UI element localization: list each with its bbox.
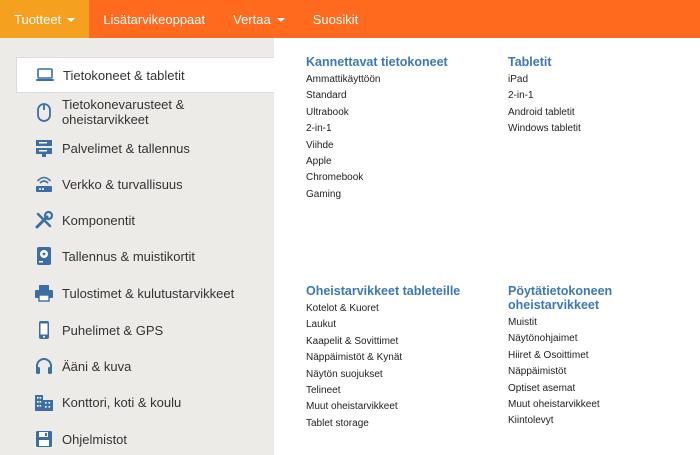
- menu-link[interactable]: Apple: [306, 154, 448, 170]
- menu-link[interactable]: Laukut: [306, 317, 460, 333]
- menu-link[interactable]: Android tabletit: [508, 105, 581, 121]
- caret-down-icon: [276, 17, 285, 22]
- menu-link[interactable]: Näppäimistöt: [508, 364, 668, 380]
- menu-link[interactable]: Muut oheistarvikkeet: [508, 397, 668, 413]
- sidebar-item-palvelimet[interactable]: Palvelimet & tallennus: [16, 130, 274, 166]
- menu-link[interactable]: Muut oheistarvikkeet: [306, 399, 460, 415]
- menu-link[interactable]: iPad: [508, 72, 581, 88]
- hard-drive-icon: [33, 245, 55, 267]
- sidebar-item-tallennus[interactable]: Tallennus & muistikortit: [16, 238, 274, 274]
- sidebar-item-label: Puhelimet & GPS: [62, 322, 164, 338]
- menu-link[interactable]: Ammattikäyttöön: [306, 72, 448, 88]
- nav-lisatarvikeoppaat-label: Lisätarvikeoppaat: [103, 11, 206, 27]
- menu-column-poytatietokone: Pöytätietokoneen oheistarvikkeet Muistit…: [508, 284, 668, 430]
- nav-vertaa[interactable]: Vertaa: [219, 0, 299, 38]
- column-heading[interactable]: Kannettavat tietokoneet: [306, 55, 448, 69]
- sidebar-item-label: Konttori, koti & koulu: [62, 394, 182, 410]
- sidebar-item-konttori[interactable]: Konttori, koti & koulu: [16, 384, 274, 420]
- column-heading[interactable]: Oheistarvikkeet tableteille: [306, 284, 460, 298]
- sidebar-item-label: Komponentit: [62, 212, 135, 228]
- sidebar-item-tulostimet[interactable]: Tulostimet & kulutustarvikkeet: [16, 275, 274, 311]
- menu-link[interactable]: Näytönohjaimet: [508, 331, 668, 347]
- sidebar-item-label: Palvelimet & tallennus: [62, 140, 190, 156]
- menu-link[interactable]: Muistit: [508, 315, 668, 331]
- menu-column-tabletit: Tabletit iPad 2-in-1 Android tabletit Wi…: [508, 55, 581, 138]
- menu-link[interactable]: 2-in-1: [306, 121, 448, 137]
- menu-link[interactable]: Chromebook: [306, 170, 448, 186]
- sidebar-item-ohjelmistot[interactable]: Ohjelmistot: [16, 421, 274, 455]
- office-icon: [33, 391, 55, 413]
- sidebar-item-label: Ääni & kuva: [62, 358, 132, 374]
- menu-link[interactable]: Telineet: [306, 383, 460, 399]
- menu-link[interactable]: Kotelot & Kuoret: [306, 301, 460, 317]
- nav-tuotteet-label: Tuotteet: [14, 11, 62, 27]
- column-heading[interactable]: Tabletit: [508, 55, 581, 69]
- sidebar-item-label: Tallennus & muistikortit: [62, 248, 195, 264]
- floppy-icon: [33, 428, 55, 450]
- server-icon: [33, 137, 55, 159]
- headphones-icon: [33, 355, 55, 377]
- sidebar-item-label: Ohjelmistot: [62, 431, 128, 447]
- menu-link[interactable]: Kiintolevyt: [508, 413, 668, 429]
- menu-link[interactable]: Optiset asemat: [508, 381, 668, 397]
- caret-down-icon: [67, 17, 76, 22]
- phone-icon: [33, 319, 55, 341]
- nav-tuotteet[interactable]: Tuotteet: [0, 0, 90, 38]
- tools-icon: [33, 209, 55, 231]
- sidebar-item-label: Tietokoneet & tabletit: [63, 67, 185, 83]
- menu-link[interactable]: Tablet storage: [306, 416, 460, 432]
- nav-suosikit[interactable]: Suosikit: [299, 0, 373, 38]
- sidebar-item-verkko[interactable]: Verkko & turvallisuus: [16, 166, 274, 202]
- sidebar-item-tietokonevarusteet[interactable]: Tietokonevarusteet & oheistarvikkeet: [16, 94, 274, 130]
- menu-link[interactable]: Windows tabletit: [508, 121, 581, 137]
- sidebar-item-label: Tulostimet & kulutustarvikkeet: [62, 285, 235, 301]
- category-sidebar: Tietokoneet & tabletit Tietokonevarustee…: [0, 38, 278, 455]
- menu-link[interactable]: Gaming: [306, 187, 448, 203]
- sidebar-item-tietokoneet[interactable]: Tietokoneet & tabletit: [16, 57, 278, 93]
- nav-suosikit-label: Suosikit: [312, 11, 359, 27]
- menu-link[interactable]: 2-in-1: [508, 88, 581, 104]
- menu-column-oheistarvikkeet-tableteille: Oheistarvikkeet tableteille Kotelot & Ku…: [306, 284, 460, 432]
- column-heading[interactable]: Pöytätietokoneen oheistarvikkeet: [508, 284, 668, 312]
- sidebar-item-label: Tietokonevarusteet & oheistarvikkeet: [61, 97, 185, 127]
- sidebar-item-puhelimet[interactable]: Puhelimet & GPS: [16, 312, 274, 348]
- printer-icon: [33, 282, 55, 304]
- sidebar-item-aani-kuva[interactable]: Ääni & kuva: [16, 348, 274, 384]
- nav-lisatarvikeoppaat[interactable]: Lisätarvikeoppaat: [89, 0, 219, 38]
- menu-link[interactable]: Standard: [306, 88, 448, 104]
- router-icon: [33, 173, 55, 195]
- menu-link[interactable]: Näytön suojukset: [306, 367, 460, 383]
- menu-link[interactable]: Viihde: [306, 138, 448, 154]
- menu-link[interactable]: Kaapelit & Sovittimet: [306, 334, 460, 350]
- laptop-icon: [34, 64, 56, 86]
- menu-column-kannettavat: Kannettavat tietokoneet Ammattikäyttöön …: [306, 55, 448, 203]
- nav-vertaa-label: Vertaa: [233, 11, 271, 27]
- mouse-icon: [33, 101, 55, 123]
- mega-menu-panel: Kannettavat tietokoneet Ammattikäyttöön …: [274, 38, 700, 455]
- menu-link[interactable]: Hiiret & Osoittimet: [508, 348, 668, 364]
- menu-link[interactable]: Ultrabook: [306, 105, 448, 121]
- sidebar-item-label: Verkko & turvallisuus: [62, 176, 183, 192]
- menu-link[interactable]: Näppäimistöt & Kynät: [306, 350, 460, 366]
- sidebar-item-komponentit[interactable]: Komponentit: [16, 202, 274, 238]
- top-nav: Tuotteet Lisätarvikeoppaat Vertaa Suosik…: [0, 0, 700, 38]
